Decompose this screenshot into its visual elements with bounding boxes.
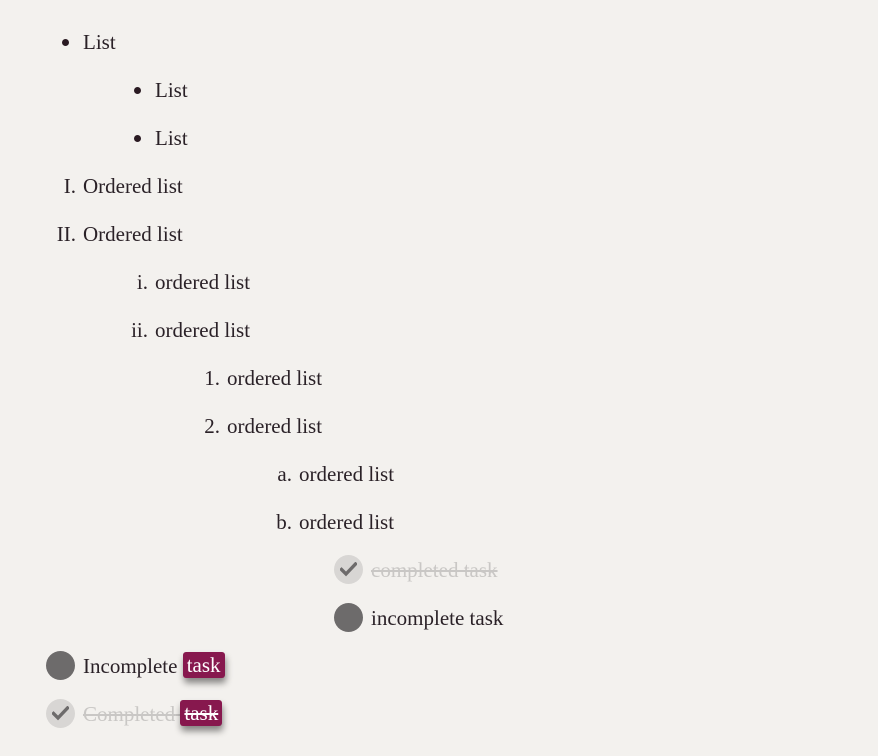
list-item-text: List: [155, 126, 188, 150]
list-item-text: Ordered list: [83, 222, 183, 246]
check-mark-icon: [52, 706, 69, 721]
task-tag: task: [180, 700, 223, 726]
bullet-list-item: List: [0, 27, 300, 57]
list-item-text: ordered list: [155, 270, 251, 294]
task-checkbox-unchecked[interactable]: [334, 603, 363, 632]
ordered-list-item: 2. ordered list: [0, 411, 450, 441]
task-checkbox-checked[interactable]: [334, 555, 363, 584]
ordered-list-item: I. Ordered list: [0, 171, 400, 201]
list-item-text: ordered list: [299, 510, 395, 534]
ordered-list-item: a. ordered list: [0, 459, 500, 489]
ordered-list-item: i. ordered list: [0, 267, 400, 297]
ordered-list-item: ii. ordered list: [0, 315, 400, 345]
task-checkbox-checked[interactable]: [46, 699, 75, 728]
bullet-icon: [134, 87, 141, 94]
list-marker: a.: [277, 462, 292, 486]
list-marker: 2.: [204, 414, 220, 438]
task-item-incomplete: Incomplete task: [0, 651, 600, 681]
list-item-text: Ordered list: [83, 174, 183, 198]
task-text: Completed: [83, 702, 176, 726]
list-marker: b.: [276, 510, 292, 534]
list-marker: I.: [63, 174, 76, 198]
task-item-completed: completed task: [0, 555, 600, 585]
list-marker: i.: [136, 270, 148, 294]
task-tag: task: [182, 652, 225, 678]
list-item-text: ordered list: [155, 318, 251, 342]
task-checkbox-unchecked[interactable]: [46, 651, 75, 680]
bullet-icon: [62, 39, 69, 46]
task-text-wrapper: Completed task: [83, 699, 223, 729]
check-mark-icon: [340, 562, 357, 577]
task-item-completed: Completed task: [0, 699, 600, 729]
list-item-text: ordered list: [227, 414, 323, 438]
list-marker: ii.: [131, 318, 148, 342]
task-text: completed task: [371, 558, 498, 582]
task-item-incomplete: incomplete task: [0, 603, 600, 633]
bullet-icon: [134, 135, 141, 142]
list-item-text: ordered list: [227, 366, 323, 390]
ordered-list-item: II. Ordered list: [0, 219, 400, 249]
bullet-list-item: List: [0, 75, 300, 105]
task-text: incomplete task: [371, 606, 504, 630]
list-marker: II.: [56, 222, 76, 246]
task-text-wrapper: Incomplete task: [83, 651, 225, 681]
task-text: Incomplete: [83, 654, 178, 678]
list-item-text: ordered list: [299, 462, 395, 486]
bullet-list-item: List: [0, 123, 300, 153]
list-item-text: List: [155, 78, 188, 102]
list-item-text: List: [83, 30, 116, 54]
ordered-list-item: 1. ordered list: [0, 363, 450, 393]
list-marker: 1.: [204, 366, 220, 390]
ordered-list-item: b. ordered list: [0, 507, 500, 537]
